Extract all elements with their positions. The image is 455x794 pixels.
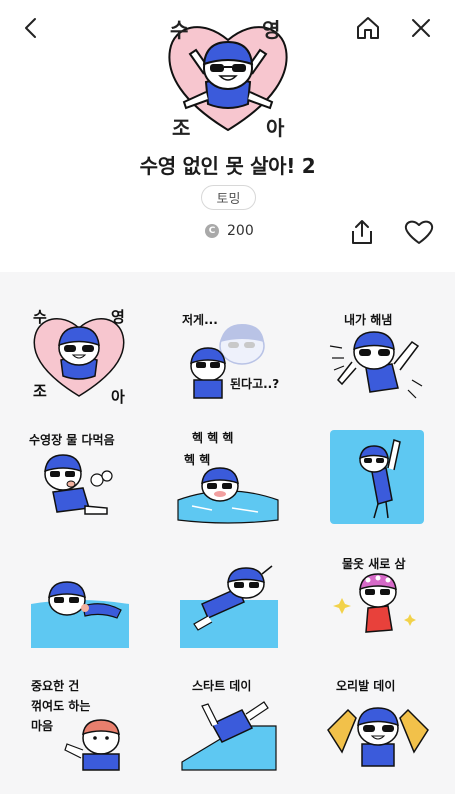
sticker-1-letter-4: 아: [111, 388, 125, 406]
sticker-12-caption: 오리발 데이: [336, 678, 395, 693]
sticker-10[interactable]: 중요한 건 꺾여도 하는 마음: [23, 666, 135, 774]
sticker-grid: 수 영 조 아 저게... 된다고..? 내가 해냄 수영장 물 다먹음 헥 헥…: [0, 272, 455, 794]
sticker-12[interactable]: 오리발 데이: [322, 666, 434, 774]
price-value: 200: [227, 223, 254, 239]
sticker-11[interactable]: 스타트 데이: [172, 666, 284, 774]
sticker-3-caption: 내가 해냄: [344, 312, 392, 327]
share-button[interactable]: [346, 216, 378, 248]
sticker-10-caption-2: 꺾여도 하는: [31, 698, 90, 713]
share-icon: [352, 220, 372, 244]
sticker-5[interactable]: 헥 헥 헥 헥 헥: [172, 422, 284, 530]
hero-letter-2: 영: [262, 18, 281, 42]
sticker-8[interactable]: [172, 544, 284, 652]
hero-letter-3: 조: [172, 116, 191, 140]
sticker-9[interactable]: 물옷 새로 삼: [322, 544, 434, 652]
sticker-1-letter-3: 조: [33, 382, 47, 400]
sticker-2[interactable]: 저게... 된다고..?: [172, 300, 284, 408]
hero-letter-4: 아: [266, 116, 285, 140]
sticker-10-caption-3: 마음: [31, 718, 53, 733]
sticker-10-caption: 중요한 건: [31, 678, 79, 693]
sticker-6[interactable]: [322, 422, 434, 530]
sticker-1-letter-1: 수: [33, 308, 47, 326]
sticker-11-caption: 스타트 데이: [192, 678, 251, 693]
sticker-1[interactable]: 수 영 조 아: [23, 300, 135, 408]
sticker-2-caption-2: 된다고..?: [230, 376, 279, 391]
sticker-5-caption: 헥 헥 헥: [192, 430, 233, 445]
pack-hero: 수 영 조 아 수영 없인 못 살아! 2 토밍 C 200: [0, 0, 455, 272]
price: C 200: [205, 223, 254, 239]
sticker-1-letter-2: 영: [111, 308, 125, 326]
sticker-5-caption-2: 헥 헥: [184, 452, 210, 467]
sticker-2-caption: 저게...: [182, 312, 218, 327]
sticker-7[interactable]: [23, 544, 135, 652]
heart-icon: [404, 220, 434, 244]
author-chip[interactable]: 토밍: [201, 185, 256, 210]
sticker-9-caption: 물옷 새로 삼: [342, 556, 406, 571]
coin-icon: C: [205, 224, 219, 238]
hero-letter-1: 수: [170, 18, 189, 42]
like-button[interactable]: [402, 216, 436, 248]
sticker-4-caption: 수영장 물 다먹음: [29, 432, 115, 447]
sticker-3[interactable]: 내가 해냄: [322, 300, 434, 408]
pack-title: 수영 없인 못 살아! 2: [139, 154, 316, 178]
sticker-4[interactable]: 수영장 물 다먹음: [23, 422, 135, 530]
